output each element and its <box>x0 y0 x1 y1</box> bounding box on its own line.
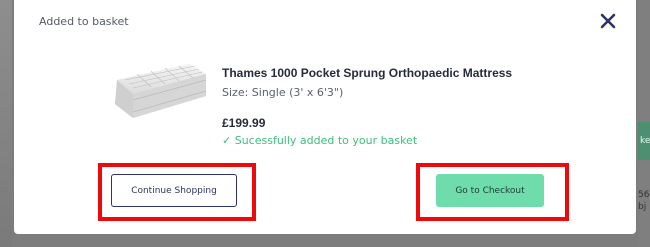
added-to-basket-modal: Added to basket Thames 1000 Pocket Sprun… <box>14 0 636 234</box>
success-message: ✓ Sucessfully added to your basket <box>222 134 418 147</box>
go-to-checkout-button[interactable]: Go to Checkout <box>436 174 544 207</box>
product-size: Size: Single (3' x 6'3") <box>222 86 344 99</box>
close-icon <box>600 13 616 29</box>
background-button: ke <box>638 122 650 160</box>
product-name[interactable]: Thames 1000 Pocket Sprung Orthopaedic Ma… <box>222 66 512 80</box>
continue-shopping-button[interactable]: Continue Shopping <box>111 174 237 207</box>
background-text: bj <box>638 202 647 212</box>
mattress-image <box>115 64 207 118</box>
product-image <box>111 60 208 122</box>
background-page-left <box>0 0 12 247</box>
background-text: 56 <box>638 190 650 200</box>
close-button[interactable] <box>596 9 620 33</box>
modal-title: Added to basket <box>39 15 129 28</box>
product-price: £199.99 <box>222 116 266 130</box>
